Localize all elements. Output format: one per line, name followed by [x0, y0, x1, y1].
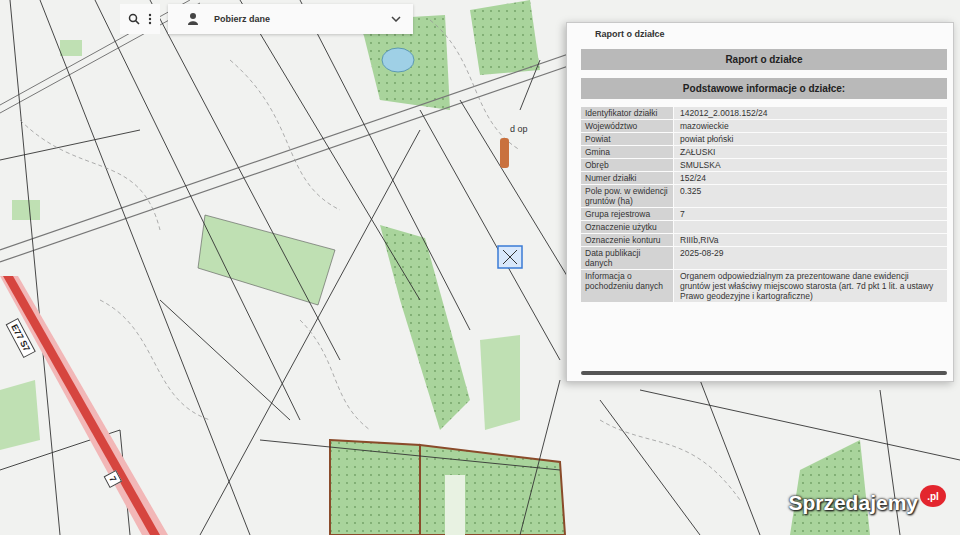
- report-row: Data publikacji danych2025-08-29: [581, 247, 947, 269]
- report-row: Powiatpowiat płoński: [581, 133, 947, 145]
- search-group: [120, 4, 160, 34]
- row-value: 2025-08-29: [674, 247, 947, 269]
- row-label: Obręb: [581, 159, 673, 171]
- row-value: [674, 221, 947, 233]
- building-icon: [500, 138, 509, 168]
- chevron-down-icon: [391, 16, 401, 22]
- row-label: Pole pow. w ewidencji gruntów (ha): [581, 185, 673, 207]
- report-row: Oznaczenie konturuRIIIb,RIVa: [581, 234, 947, 246]
- row-value: 7: [674, 208, 947, 220]
- report-row: Numer działki152/24: [581, 172, 947, 184]
- report-row: Informacja o pochodzeniu danychOrganem o…: [581, 270, 947, 302]
- row-label: Data publikacji danych: [581, 247, 673, 269]
- row-label: Gmina: [581, 146, 673, 158]
- row-label: Grupa rejestrowa: [581, 208, 673, 220]
- report-subheading: Podstawowe informacje o działce:: [581, 78, 947, 99]
- row-label: Numer działki: [581, 172, 673, 184]
- plot-marker-icon[interactable]: [498, 246, 522, 268]
- row-value: ZAŁUSKI: [674, 146, 947, 158]
- more-icon[interactable]: [148, 13, 152, 25]
- report-row: Identyfikator działki142012_2.0018.152/2…: [581, 107, 947, 119]
- row-value: powiat płoński: [674, 133, 947, 145]
- map-label: d op: [510, 124, 528, 134]
- row-label: Oznaczenie użytku: [581, 221, 673, 233]
- row-label: Oznaczenie konturu: [581, 234, 673, 246]
- report-row: GminaZAŁUSKI: [581, 146, 947, 158]
- map-screen: E77 S77d opPobierz daneRaport o działceR…: [0, 0, 960, 535]
- popup-title: Raport o działce: [567, 23, 953, 49]
- row-label: Powiat: [581, 133, 673, 145]
- row-value: mazowieckie: [674, 120, 947, 132]
- watermark-badge: .pl: [920, 485, 946, 507]
- row-value: 0.325: [674, 185, 947, 207]
- row-label: Identyfikator działki: [581, 107, 673, 119]
- popup-body: Raport o działce Podstawowe informacje o …: [567, 49, 953, 302]
- report-popup: Raport o działceRaport o działce Podstawo…: [566, 22, 954, 382]
- row-value: 152/24: [674, 172, 947, 184]
- download-label: Pobierz dane: [214, 14, 377, 24]
- row-value: SMULSKA: [674, 159, 947, 171]
- report-heading: Raport o działce: [581, 49, 947, 70]
- watermark: Sprzedajemy.pl: [788, 485, 946, 515]
- row-label: Informacja o pochodzeniu danych: [581, 270, 673, 302]
- search-icon[interactable]: [128, 13, 140, 25]
- horizontal-scrollbar[interactable]: [581, 371, 947, 375]
- toolbar: Pobierz dane: [0, 0, 413, 34]
- row-value: Organem odpowiedzialnym za prezentowane …: [674, 270, 947, 302]
- report-row: Grupa rejestrowa7: [581, 208, 947, 220]
- row-value: RIIIb,RIVa: [674, 234, 947, 246]
- download-dropdown[interactable]: Pobierz dane: [168, 4, 413, 34]
- download-icon: [186, 12, 200, 26]
- report-table: Identyfikator działki142012_2.0018.152/2…: [581, 107, 947, 302]
- report-row: Województwomazowieckie: [581, 120, 947, 132]
- report-row: Pole pow. w ewidencji gruntów (ha)0.325: [581, 185, 947, 207]
- report-row: Oznaczenie użytku: [581, 221, 947, 233]
- row-label: Województwo: [581, 120, 673, 132]
- row-value: 142012_2.0018.152/24: [674, 107, 947, 119]
- report-row: ObrębSMULSKA: [581, 159, 947, 171]
- watermark-name: Sprzedajemy: [788, 485, 918, 515]
